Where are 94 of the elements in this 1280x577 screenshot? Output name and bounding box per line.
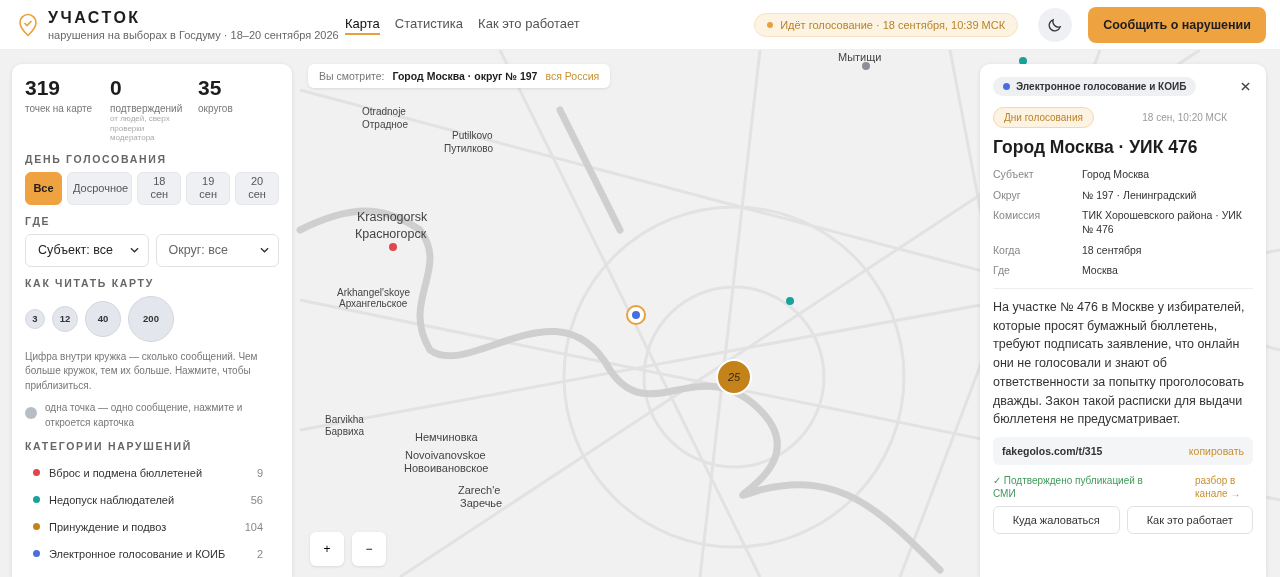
category-count: 56 xyxy=(250,493,264,506)
place-label: Путилково xyxy=(444,143,493,154)
stat-value: 319 xyxy=(25,76,62,100)
stat-label: точек на карте xyxy=(25,103,94,114)
place-label: Отрадное xyxy=(362,119,408,130)
stat-value: 35 xyxy=(198,76,223,100)
cluster-marker[interactable]: 25 xyxy=(716,359,752,395)
report-violation-button[interactable]: Сообщить о нарушении xyxy=(1088,6,1266,43)
field-label: Комиссия xyxy=(993,209,1042,224)
cluster-size-sample: 200 xyxy=(128,295,174,342)
cluster-size-sample: 12 xyxy=(52,305,78,332)
share-url: fakegolos.com/t/315 xyxy=(1002,445,1103,458)
close-icon xyxy=(1241,82,1250,91)
field-label: Субъект xyxy=(993,168,1035,182)
report-time: 18 сен, 10:20 МСК xyxy=(1142,112,1227,123)
place-label: Заречье xyxy=(460,497,503,509)
cluster-size-sample: 40 xyxy=(85,300,121,337)
card-action-button[interactable]: Как это работает xyxy=(1126,506,1253,535)
field-value: Москва xyxy=(1082,264,1119,278)
section-heading: ГДЕ xyxy=(25,214,52,227)
place-label: Novoivanovskoe xyxy=(405,449,486,461)
chevron-down-icon xyxy=(129,247,139,254)
nav-tab[interactable]: Статистика xyxy=(394,14,464,35)
field-value: № 197 · Ленинградский xyxy=(1082,188,1198,203)
nav-tab[interactable]: Карта xyxy=(345,14,380,35)
map-point-marker[interactable] xyxy=(786,297,794,305)
place-label: Krasnogorsk xyxy=(357,210,428,224)
place-label: Красногорск xyxy=(355,227,427,241)
field-label: Округ xyxy=(993,188,1022,203)
stat-note: от людей, сверх проверки модератора xyxy=(110,114,170,143)
place-label: Otradnoje xyxy=(362,106,406,117)
day-filter-button[interactable]: 18 сен xyxy=(137,171,182,205)
cluster-size-sample: 3 xyxy=(25,308,45,329)
category-item[interactable]: Электронное голосование и КОИБ 2 xyxy=(25,540,279,568)
category-tag: Электронное голосование и КОИБ xyxy=(993,77,1197,96)
theme-toggle-button[interactable] xyxy=(1038,7,1073,42)
place-label: Arkhangel'skoye xyxy=(337,287,411,298)
chevron-down-icon xyxy=(260,247,269,254)
selected-point-marker[interactable] xyxy=(626,305,646,325)
place-label: Barvikha xyxy=(325,414,364,425)
voting-status-badge: Идёт голосование · 18 сентября, 10:39 МСК xyxy=(754,12,1019,37)
field-value: ТИК Хорошевского района · УИК № 476 xyxy=(1082,209,1243,237)
breadcrumb-prefix: Вы смотрите: xyxy=(319,70,385,82)
stat-label: округов xyxy=(198,103,234,114)
nav-tab[interactable]: Как это работает xyxy=(478,14,580,35)
place-label: Архангельское xyxy=(339,298,408,309)
field-label: Где xyxy=(993,264,1011,278)
site-subtitle: нарушения на выборах в Госдуму · 18–20 сентября 2026 xyxy=(48,28,339,41)
day-filter-button[interactable]: 20 сен xyxy=(235,171,279,205)
single-point-dot-icon xyxy=(25,406,37,419)
category-count: 2 xyxy=(256,547,264,560)
zoom-in-button[interactable]: + xyxy=(310,532,344,566)
map-point-marker[interactable] xyxy=(862,62,870,70)
map-point-marker[interactable] xyxy=(389,243,397,251)
dropdown-select[interactable]: Субъект: все xyxy=(25,233,149,267)
dropdown-select[interactable]: Округ: все xyxy=(155,233,279,267)
single-point-note: одна точка — одно сообщение, нажмите и откроется карточка xyxy=(45,401,244,430)
place-label: Putilkovo xyxy=(452,130,493,141)
stat-label: подтверждений xyxy=(110,103,184,114)
field-value: Город Москва xyxy=(1082,168,1151,182)
category-count: 9 xyxy=(256,466,264,479)
zoom-out-button[interactable]: − xyxy=(352,532,386,566)
section-heading: КАК ЧИТАТЬ КАРТУ xyxy=(25,276,155,289)
site-title: УЧАСТОК xyxy=(48,8,142,27)
section-heading: КАТЕГОРИИ НАРУШЕНИЙ xyxy=(25,440,193,453)
category-item[interactable]: Вброс и подмена бюллетеней 9 xyxy=(25,459,279,487)
category-item[interactable]: Недопуск наблюдателей 56 xyxy=(25,486,279,514)
card-action-button[interactable]: Куда жаловаться xyxy=(993,506,1120,535)
place-label: Мытищи xyxy=(838,51,882,63)
day-filter-button[interactable]: Досрочное xyxy=(67,171,133,205)
field-value: 18 сентября xyxy=(1082,243,1143,258)
confirmation-note: ✓ Подтверждено публикацией в СМИ xyxy=(993,474,1144,501)
report-title: Город Москва · УИК 476 xyxy=(993,137,1199,158)
category-label: Вброс и подмена бюллетеней xyxy=(49,466,204,479)
place-label: Новоивановское xyxy=(404,462,489,474)
section-heading: ДЕНЬ ГОЛОСОВАНИЯ xyxy=(25,152,168,165)
category-label: Электронное голосование и КОИБ xyxy=(49,547,227,560)
breadcrumb-current: Город Москва · округ № 197 xyxy=(392,70,538,82)
location-pin-icon xyxy=(18,12,38,37)
legend-explanation: Цифра внутри кружка — сколько сообщений. Чем больше кружок, тем их больше. Нажмите, чтобы приблизиться. xyxy=(25,349,259,393)
day-filter-button[interactable]: Все xyxy=(25,171,62,205)
phase-badge: Дни голосования xyxy=(993,107,1094,128)
report-description: На участке № 476 в Москве у избирателей, которые просят бумажный бюллетень, требуют подписать заявление, что онлайн они не голосовали и знают об ответственности за попытку проголосовать дважды. Закон такой расписки для выдачи бюллетеня не предусматривает. xyxy=(993,287,1253,430)
category-count: 104 xyxy=(244,520,264,533)
moon-icon xyxy=(1047,17,1063,32)
place-label: Zarech'e xyxy=(458,484,501,496)
field-label: Когда xyxy=(993,243,1022,258)
place-label: Немчиновка xyxy=(415,431,478,443)
category-item[interactable]: Принуждение и подвоз 104 xyxy=(25,513,279,541)
category-label: Недопуск наблюдателей xyxy=(49,493,176,506)
stat-value: 0 xyxy=(110,76,123,100)
place-label: Барвиха xyxy=(325,426,365,437)
day-filter-button[interactable]: 19 сен xyxy=(186,171,231,205)
category-label: Принуждение и подвоз xyxy=(49,520,168,533)
